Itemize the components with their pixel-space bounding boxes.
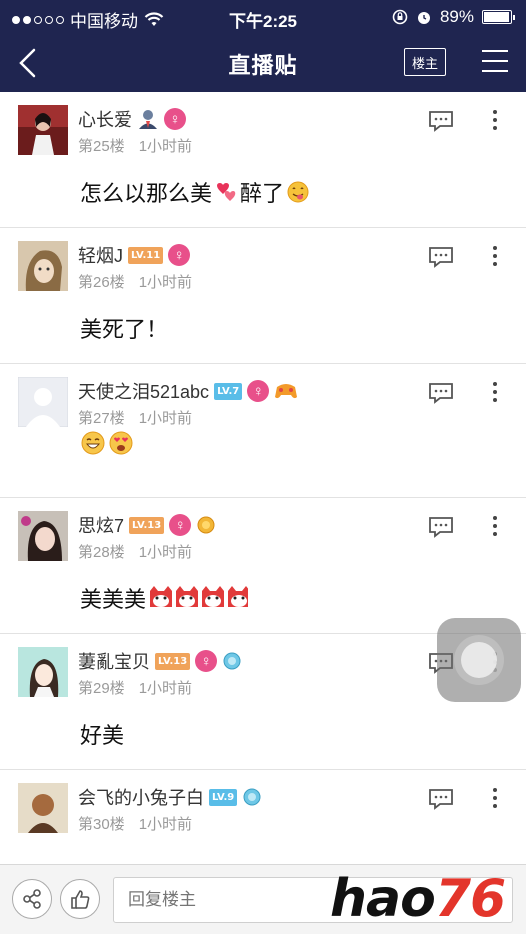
more-options-icon[interactable]: [492, 246, 498, 268]
level-badge: LV.9: [209, 788, 238, 806]
post-time: 1小时前: [138, 274, 193, 291]
status-right: 89%: [392, 7, 515, 27]
user-info: 轻烟J LV.11 ♀: [78, 242, 191, 268]
post-body: 怎么以那么美 醉了: [80, 176, 310, 208]
blue-medal-icon: [223, 652, 241, 670]
more-options-icon[interactable]: [492, 788, 498, 810]
username[interactable]: 心长爱: [78, 106, 132, 132]
post-list[interactable]: 心长爱 ♀ 第25楼 1小时前 怎么以那么美 醉了 轻烟J LV.11 ♀ 第2…: [0, 92, 526, 864]
more-options-icon[interactable]: [492, 516, 498, 538]
tongue-emoji-icon: [287, 181, 309, 203]
post-text: 好美: [80, 723, 125, 748]
avatar[interactable]: [18, 511, 68, 561]
floor-number: 第25楼: [78, 138, 125, 155]
post-text: 美美美: [80, 587, 147, 612]
share-icon: [23, 889, 41, 909]
post-time: 1小时前: [138, 544, 193, 561]
avatar[interactable]: [18, 241, 68, 291]
comment-icon[interactable]: [428, 382, 454, 404]
battery-percent: 89%: [439, 7, 474, 26]
post-time: 1小时前: [138, 816, 193, 833]
post-meta: 第30楼 1小时前: [78, 813, 192, 834]
post-text-2: 醉了: [240, 181, 285, 206]
post-body: 美美美: [80, 582, 249, 614]
user-info: 思炫7 LV.13 ♀: [78, 512, 216, 538]
user-info: 心长爱 ♀: [78, 106, 186, 132]
rotation-lock-icon: [392, 9, 408, 25]
female-gender-icon: ♀: [247, 380, 270, 402]
level-badge: LV.7: [214, 382, 243, 400]
menu-icon[interactable]: [482, 50, 508, 74]
user-info: 萋亂宝贝 LV.13 ♀: [78, 648, 242, 674]
female-gender-icon: ♀: [164, 108, 186, 130]
owner-only-button[interactable]: 楼主: [404, 48, 446, 76]
status-bar: 中国移动 下午2:25 89%: [0, 0, 526, 34]
comment-icon[interactable]: [428, 516, 454, 538]
list-item: 会飞的小兔子白 LV.9 第30楼 1小时前: [0, 770, 526, 864]
post-meta: 第28楼 1小时前: [78, 541, 192, 562]
post-body: 好美: [80, 718, 124, 750]
list-item: 心长爱 ♀ 第25楼 1小时前 怎么以那么美 醉了: [0, 92, 526, 228]
page-title: 直播贴: [228, 53, 298, 78]
post-text: 美死了！: [80, 317, 169, 342]
post-meta: 第29楼 1小时前: [78, 677, 192, 698]
floor-number: 第29楼: [78, 680, 125, 697]
cat-emoji-icon: [150, 586, 249, 607]
watermark-logo: hao76: [330, 869, 506, 929]
more-options-icon[interactable]: [492, 382, 498, 404]
gold-medal-icon: [197, 516, 215, 534]
username[interactable]: 萋亂宝贝: [78, 648, 150, 674]
username[interactable]: 会飞的小兔子白: [78, 784, 204, 810]
alarm-icon: [417, 12, 430, 24]
user-info: 天使之泪521abc LV.7 ♀: [78, 378, 298, 404]
blue-medal-icon: [243, 788, 261, 806]
avatar[interactable]: [18, 783, 68, 833]
female-gender-icon: ♀: [168, 244, 191, 266]
like-button[interactable]: [60, 879, 100, 919]
more-options-icon[interactable]: [492, 110, 498, 132]
female-gender-icon: ♀: [169, 514, 192, 536]
female-gender-icon: ♀: [195, 650, 218, 672]
user-info: 会飞的小兔子白 LV.9: [78, 784, 262, 810]
floor-number: 第28楼: [78, 544, 125, 561]
user-badge-icon: [139, 110, 157, 129]
heart-eyes-emoji-icon: [109, 431, 133, 455]
post-body: 美死了！: [80, 312, 168, 344]
post-meta: 第25楼 1小时前: [78, 135, 192, 156]
game-controller-icon: [275, 384, 298, 399]
avatar[interactable]: [18, 377, 68, 427]
post-time: 1小时前: [138, 138, 193, 155]
post-meta: 第26楼 1小时前: [78, 271, 192, 292]
hearts-emoji-icon: [217, 183, 236, 201]
username[interactable]: 天使之泪521abc: [78, 378, 209, 404]
comment-icon[interactable]: [428, 246, 454, 268]
post-time: 1小时前: [138, 410, 193, 427]
battery-icon: [482, 10, 515, 24]
floor-number: 第27楼: [78, 410, 125, 427]
floor-number: 第26楼: [78, 274, 125, 291]
post-time: 1小时前: [138, 680, 193, 697]
nav-bar: 直播贴 楼主: [0, 34, 526, 92]
post-text: 怎么以那么美: [80, 181, 213, 206]
username[interactable]: 思炫7: [78, 512, 124, 538]
level-badge: LV.13: [155, 652, 191, 670]
comment-icon[interactable]: [428, 788, 454, 810]
post-meta: 第27楼 1小时前: [78, 407, 192, 428]
post-body: [80, 430, 134, 456]
thumbs-up-icon: [71, 890, 90, 909]
list-item: 轻烟J LV.11 ♀ 第26楼 1小时前 美死了！: [0, 228, 526, 364]
grin-emoji-icon: [81, 431, 105, 455]
list-item: 天使之泪521abc LV.7 ♀ 第27楼 1小时前: [0, 364, 526, 498]
list-item: 思炫7 LV.13 ♀ 第28楼 1小时前 美美美: [0, 498, 526, 634]
username[interactable]: 轻烟J: [78, 242, 123, 268]
level-badge: LV.13: [129, 516, 165, 534]
share-button[interactable]: [12, 879, 52, 919]
assistive-touch-button[interactable]: [437, 618, 521, 702]
avatar[interactable]: [18, 647, 68, 697]
avatar[interactable]: [18, 105, 68, 155]
floor-number: 第30楼: [78, 816, 125, 833]
comment-icon[interactable]: [428, 110, 454, 132]
level-badge: LV.11: [128, 246, 164, 264]
